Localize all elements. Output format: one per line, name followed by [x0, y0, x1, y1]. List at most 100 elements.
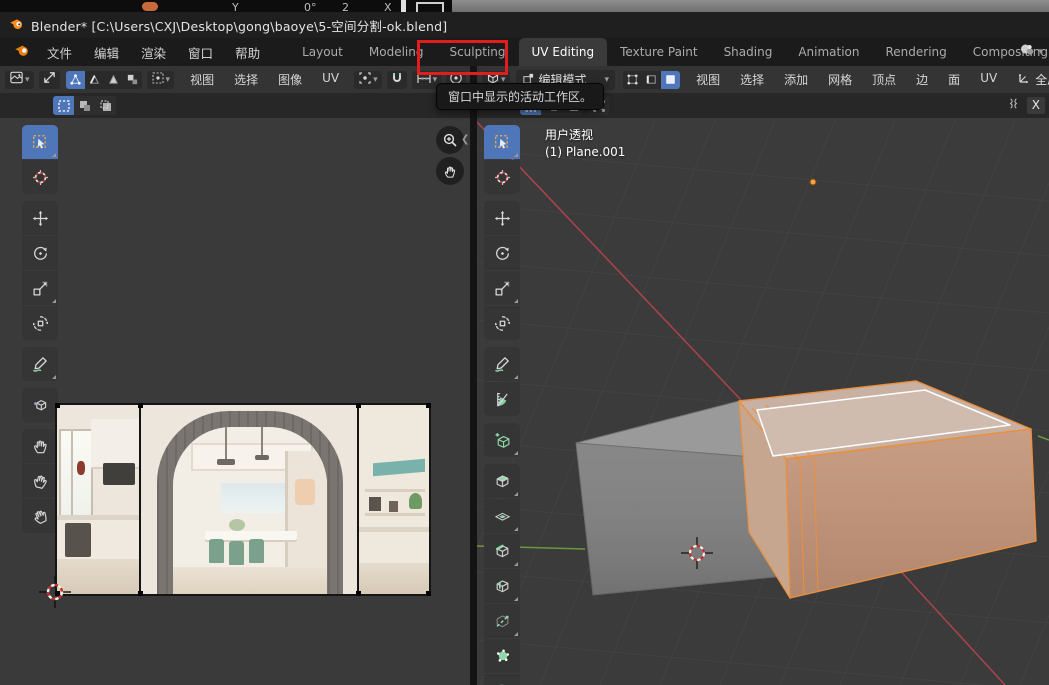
menu-文件[interactable]: 文件	[36, 38, 83, 67]
vp-menu-顶点[interactable]: 顶点	[862, 66, 906, 93]
workspace-tab-shading[interactable]: Shading	[711, 38, 786, 66]
pan-gizmo[interactable]	[436, 157, 464, 185]
panel-divider[interactable]	[470, 66, 477, 685]
uv-select-island-button[interactable]	[123, 71, 142, 89]
face-mode-button[interactable]	[661, 71, 680, 89]
uv-vertex[interactable]	[138, 403, 143, 408]
edit-options-icon[interactable]	[1006, 96, 1021, 115]
uv-vertex[interactable]	[426, 591, 431, 596]
vp-menu-选择[interactable]: 选择	[730, 66, 774, 93]
workspace-tab-texture-paint[interactable]: Texture Paint	[607, 38, 710, 66]
uv-editor-type-icon	[9, 70, 24, 89]
vp-knife-tool-button[interactable]	[484, 604, 520, 638]
menu-编辑[interactable]: 编辑	[83, 38, 130, 67]
uv-rotate-tool-button[interactable]	[22, 236, 58, 270]
workspace-tab-modeling[interactable]: Modeling	[356, 38, 437, 66]
uv-vertex[interactable]	[138, 591, 143, 596]
vp-select-box-tool-button[interactable]	[484, 125, 520, 159]
workspace-tab-rendering[interactable]: Rendering	[873, 38, 960, 66]
magnet-icon	[390, 70, 404, 89]
workspace-tab-layout[interactable]: Layout	[289, 38, 356, 66]
uv-rip-region-tool-button[interactable]	[22, 388, 58, 422]
uv-menu-视图[interactable]: 视图	[180, 66, 224, 93]
region-collapse-icon[interactable]: ❮	[461, 134, 469, 145]
uv-vertex[interactable]	[356, 403, 361, 408]
uv-pinch-tool-button[interactable]	[22, 499, 58, 533]
uv-move-tool-button[interactable]	[22, 201, 58, 235]
select-mode-subtract-button[interactable]	[95, 96, 116, 115]
vp-menu-视图[interactable]: 视图	[686, 66, 730, 93]
uv-tweak-tool-button[interactable]	[22, 125, 58, 159]
uv-vertex[interactable]	[426, 403, 431, 408]
viewport-settings-right: X	[1006, 96, 1045, 115]
app-menu-blender-icon[interactable]	[14, 42, 30, 62]
vp-poly-build-tool-button[interactable]	[484, 639, 520, 673]
uv-image[interactable]	[55, 403, 431, 596]
uv-select-vertex-button[interactable]	[66, 71, 85, 89]
vp-menu-边[interactable]: 边	[906, 66, 938, 93]
select-mode-new-button[interactable]	[53, 96, 74, 115]
menu-窗口[interactable]: 窗口	[177, 38, 224, 67]
uv-vertex[interactable]	[356, 591, 361, 596]
uv-transform-tool-button[interactable]	[22, 306, 58, 340]
uv-cursor-tool-button[interactable]	[22, 160, 58, 194]
uv-relax-tool-button[interactable]	[22, 464, 58, 498]
vp-loop-cut-tool-button[interactable]	[484, 569, 520, 603]
orientation-icon	[1017, 71, 1031, 88]
uv-menu-图像[interactable]: 图像	[268, 66, 312, 93]
uv-vertex[interactable]	[55, 403, 60, 408]
uv-annotate-tool-button[interactable]	[22, 347, 58, 381]
vp-bevel-tool-button[interactable]	[484, 534, 520, 568]
vp-measure-tool-button[interactable]	[484, 382, 520, 416]
y-axis-line	[1038, 436, 1049, 440]
snap-toggle[interactable]	[387, 71, 407, 89]
chevron-down-icon: ▾	[605, 75, 610, 85]
sticky-select-dropdown[interactable]: ▾	[147, 71, 175, 89]
vp-inset-faces-tool-button[interactable]	[484, 499, 520, 533]
uv-edge[interactable]	[357, 405, 359, 594]
vp-rotate-tool-button[interactable]	[484, 236, 520, 270]
viewport-scene[interactable]	[477, 118, 1049, 685]
uv-sync-select-toggle[interactable]	[39, 71, 60, 89]
vp-menu-面[interactable]: 面	[938, 66, 970, 93]
kitchen-cabinets	[91, 419, 141, 469]
menu-渲染[interactable]: 渲染	[130, 38, 177, 67]
orientation-dropdown[interactable]: 全局	[1017, 71, 1049, 88]
selected-box-object[interactable]	[739, 381, 1036, 598]
sticky-select-icon	[151, 70, 165, 89]
vp-extrude-region-tool-button[interactable]	[484, 464, 520, 498]
window-title: Blender* [C:\Users\CXJ\Desktop\gong\baoy…	[31, 16, 447, 35]
workspace-tab-uv-editing[interactable]: UV Editing	[519, 38, 608, 66]
vp-spin-tool-button[interactable]	[484, 674, 520, 685]
scene-selector[interactable]: ▾	[1019, 42, 1043, 62]
uv-select-edge-button[interactable]	[85, 71, 104, 89]
vp-annotate-tool-button[interactable]	[484, 347, 520, 381]
edge-mode-button[interactable]	[642, 71, 661, 89]
vertex-mode-button[interactable]	[623, 71, 642, 89]
select-mode-extend-button[interactable]	[74, 96, 95, 115]
uv-edge[interactable]	[139, 405, 141, 594]
editor-type-dropdown[interactable]: ▾	[5, 71, 34, 89]
vp-add-cube-tool-button[interactable]	[484, 423, 520, 457]
viewport-panel: 用户透视 (1) Plane.001	[477, 118, 1049, 685]
vp-move-tool-button[interactable]	[484, 201, 520, 235]
uv-scale-tool-button[interactable]	[22, 271, 58, 305]
vp-cursor-tool-button[interactable]	[484, 160, 520, 194]
uv-select-face-button[interactable]	[104, 71, 123, 89]
vp-menu-添加[interactable]: 添加	[774, 66, 818, 93]
workspace-tab-sculpting[interactable]: Sculpting	[436, 38, 518, 66]
vp-menu-UV[interactable]: UV	[970, 66, 1007, 93]
vp-transform-tool-button[interactable]	[484, 306, 520, 340]
sync-select-icon	[42, 70, 57, 89]
menu-帮助[interactable]: 帮助	[224, 38, 271, 67]
uv-menu-UV[interactable]: UV	[312, 66, 349, 93]
vp-menu-网格[interactable]: 网格	[818, 66, 862, 93]
uv-grab-tool-button[interactable]	[22, 429, 58, 463]
vp-scale-tool-button[interactable]	[484, 271, 520, 305]
orientation-label: 全局	[1035, 71, 1049, 88]
workspace-tab-animation[interactable]: Animation	[785, 38, 872, 66]
uv-menu-选择[interactable]: 选择	[224, 66, 268, 93]
zoom-gizmo[interactable]	[436, 126, 464, 154]
pivot-dropdown[interactable]: ▾	[354, 71, 382, 89]
cropped-orange-icon	[142, 2, 158, 11]
